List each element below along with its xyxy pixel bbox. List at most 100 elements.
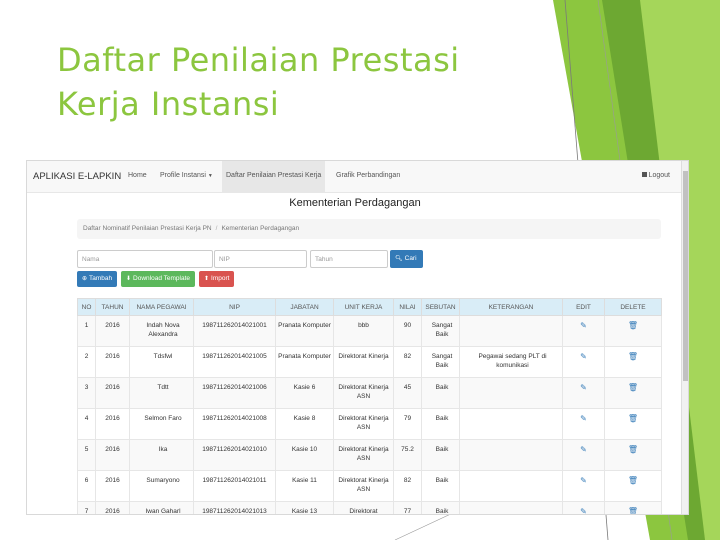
pencil-icon[interactable]: ✎ xyxy=(580,445,587,454)
search-button[interactable]: 🔍︎ Cari xyxy=(390,250,423,268)
cell-unit: bbb xyxy=(333,315,394,347)
column-header[interactable]: NAMA PEGAWAI xyxy=(129,298,194,316)
cell-note xyxy=(459,408,563,440)
nav-profile-instansi[interactable]: Profile Instansi ▼ xyxy=(160,172,213,179)
delete-cell: 🗑︎ xyxy=(604,501,662,514)
logout-link[interactable]: Logout xyxy=(641,172,670,179)
trash-icon[interactable]: 🗑︎ xyxy=(628,383,638,392)
organization-title: Kementerian Perdagangan xyxy=(289,197,421,209)
cell-unit: Direktorat Kinerja ASN xyxy=(333,377,394,409)
trash-icon[interactable]: 🗑︎ xyxy=(628,352,638,361)
column-header: EDIT xyxy=(562,298,605,316)
edit-cell: ✎ xyxy=(562,470,605,502)
trash-icon[interactable]: 🗑︎ xyxy=(628,476,638,485)
pencil-icon[interactable]: ✎ xyxy=(580,383,587,392)
column-header[interactable]: NO xyxy=(77,298,96,316)
table-row: 5 2016 Ika 198711262014021010 Kasie 10 D… xyxy=(77,439,662,471)
breadcrumb-current: Kementerian Perdagangan xyxy=(221,225,300,232)
search-icon: 🔍︎ xyxy=(395,256,403,262)
column-header[interactable]: SEBUTAN xyxy=(421,298,460,316)
edit-cell: ✎ xyxy=(562,408,605,440)
delete-cell: 🗑︎ xyxy=(604,470,662,502)
column-header[interactable]: UNIT KERJA xyxy=(333,298,394,316)
trash-icon[interactable]: 🗑︎ xyxy=(628,445,638,454)
cell-nip: 198711262014021011 xyxy=(193,470,276,502)
cell-name: Iwan Gaharl xyxy=(129,501,194,514)
delete-cell: 🗑︎ xyxy=(604,439,662,471)
cell-score: 82 xyxy=(393,346,422,378)
cell-predicate: Sangat Baik xyxy=(421,315,460,347)
edit-cell: ✎ xyxy=(562,315,605,347)
app-brand[interactable]: APLIKASI E-LAPKIN xyxy=(33,171,121,182)
trash-icon[interactable]: 🗑︎ xyxy=(628,414,638,423)
column-header: DELETE xyxy=(604,298,662,316)
cell-position: Kasie 8 xyxy=(275,408,334,440)
cell-year: 2016 xyxy=(95,377,130,409)
cell-nip: 198711262014021005 xyxy=(193,346,276,378)
trash-icon[interactable]: 🗑︎ xyxy=(628,507,638,514)
cell-position: Pranata Komputer xyxy=(275,315,334,347)
pencil-icon[interactable]: ✎ xyxy=(580,476,587,485)
table-row: 2 2016 Tdsfwl 198711262014021005 Pranata… xyxy=(77,346,662,378)
cell-no: 3 xyxy=(77,377,96,409)
slide-title: Daftar Penilaian Prestasi Kerja Instansi xyxy=(57,41,460,123)
column-header[interactable]: NILAI xyxy=(393,298,422,316)
nav-daftar-penilaian[interactable]: Daftar Penilaian Prestasi Kerja xyxy=(222,161,326,193)
nip-search-input[interactable] xyxy=(214,250,307,268)
pencil-icon[interactable]: ✎ xyxy=(580,414,587,423)
cell-no: 7 xyxy=(77,501,96,514)
cell-score: 77 xyxy=(393,501,422,514)
import-button[interactable]: ⬆ Import xyxy=(199,271,235,287)
cell-predicate: Baik xyxy=(421,470,460,502)
cell-note xyxy=(459,501,563,514)
cell-no: 4 xyxy=(77,408,96,440)
breadcrumb-link[interactable]: Daftar Nominatif Penilaian Prestasi Kerj… xyxy=(83,225,212,232)
app-screenshot: APLIKASI E-LAPKIN Home Profile Instansi … xyxy=(26,160,689,515)
cell-predicate: Sangat Baik xyxy=(421,346,460,378)
download-template-button[interactable]: ⬇ Download Template xyxy=(121,271,196,287)
cell-year: 2016 xyxy=(95,315,130,347)
cell-predicate: Baik xyxy=(421,501,460,514)
delete-cell: 🗑︎ xyxy=(604,346,662,378)
cell-position: Kasie 11 xyxy=(275,470,334,502)
scrollbar-thumb[interactable] xyxy=(683,171,688,381)
cell-unit: Direktorat Kinerja ASN xyxy=(333,470,394,502)
cell-note xyxy=(459,377,563,409)
table-row: 6 2016 Sumaryono 198711262014021011 Kasi… xyxy=(77,470,662,502)
cell-no: 5 xyxy=(77,439,96,471)
column-header[interactable]: JABATAN xyxy=(275,298,334,316)
column-header[interactable]: KETERANGAN xyxy=(459,298,563,316)
cell-score: 79 xyxy=(393,408,422,440)
assessment-table: NO TAHUN NAMA PEGAWAI NIP JABATAN UNIT K… xyxy=(77,298,662,514)
pencil-icon[interactable]: ✎ xyxy=(580,507,587,514)
lock-icon xyxy=(641,172,647,177)
pencil-icon[interactable]: ✎ xyxy=(580,352,587,361)
cell-note xyxy=(459,470,563,502)
cell-unit: Direktorat Kinerja ASN xyxy=(333,408,394,440)
cell-position: Kasie 13 xyxy=(275,501,334,514)
cell-nip: 198711262014021001 xyxy=(193,315,276,347)
scrollbar[interactable] xyxy=(681,161,688,514)
cell-position: Kasie 10 xyxy=(275,439,334,471)
cell-position: Kasie 6 xyxy=(275,377,334,409)
chevron-down-icon: ▼ xyxy=(207,173,213,179)
cell-note: Pegawai sedang PLT di komunikasi xyxy=(459,346,563,378)
cell-no: 1 xyxy=(77,315,96,347)
column-header[interactable]: NIP xyxy=(193,298,276,316)
trash-icon[interactable]: 🗑︎ xyxy=(628,321,638,330)
add-button[interactable]: ⊕ Tambah xyxy=(77,271,118,287)
year-search-input[interactable] xyxy=(310,250,388,268)
nav-grafik-perbandingan[interactable]: Grafik Perbandingan xyxy=(336,172,400,179)
cell-note xyxy=(459,315,563,347)
cell-no: 6 xyxy=(77,470,96,502)
cell-name: Ika xyxy=(129,439,194,471)
slide: Daftar Penilaian Prestasi Kerja Instansi… xyxy=(0,0,720,540)
column-header[interactable]: TAHUN xyxy=(95,298,130,316)
name-search-input[interactable] xyxy=(77,250,213,268)
plus-icon: ⊕ xyxy=(82,276,88,282)
cell-nip: 198711262014021006 xyxy=(193,377,276,409)
pencil-icon[interactable]: ✎ xyxy=(580,321,587,330)
nav-home[interactable]: Home xyxy=(128,172,147,179)
table-row: 7 2016 Iwan Gaharl 198711262014021013 Ka… xyxy=(77,501,662,514)
cell-name: Indah Nova Alexandra xyxy=(129,315,194,347)
